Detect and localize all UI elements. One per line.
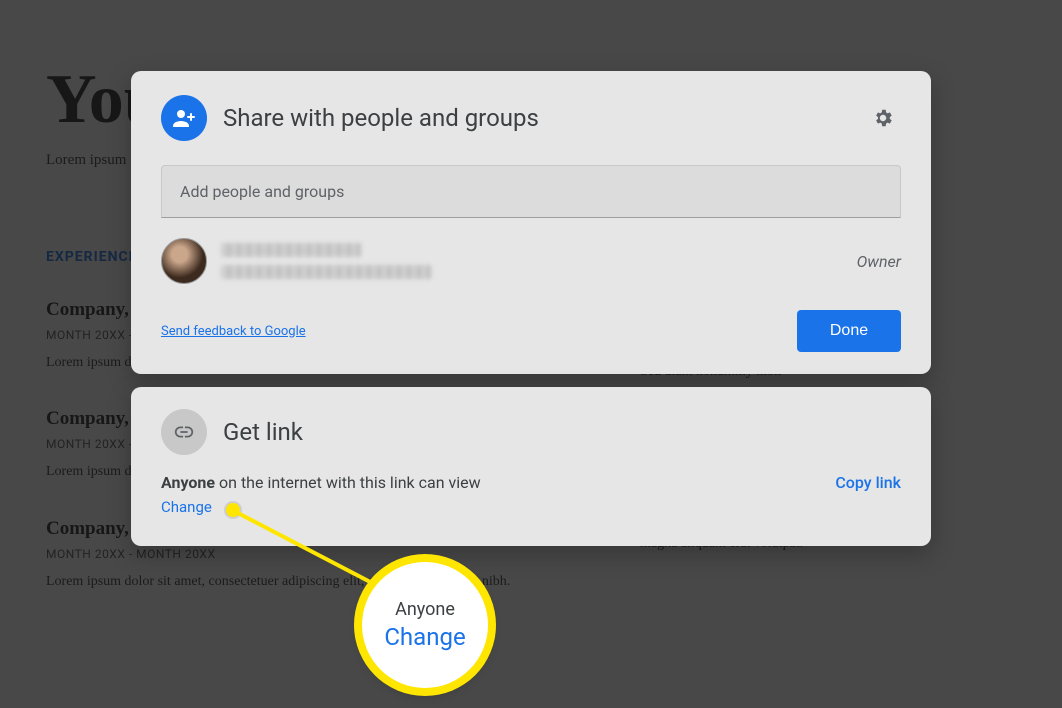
- link-icon: [161, 409, 207, 455]
- share-dialog: Share with people and groups Add people …: [131, 71, 931, 374]
- owner-name-redacted: [221, 243, 843, 279]
- add-people-input[interactable]: Add people and groups: [161, 165, 901, 218]
- send-feedback-link[interactable]: Send feedback to Google: [161, 324, 306, 339]
- add-people-placeholder: Add people and groups: [180, 182, 344, 201]
- copy-link-button[interactable]: Copy link: [835, 473, 901, 492]
- gear-icon: [872, 107, 894, 129]
- share-dialog-title: Share with people and groups: [223, 104, 849, 132]
- get-link-dialog: Get link Anyone on the internet with thi…: [131, 387, 931, 546]
- magnifier-callout: Anyone Change: [362, 562, 488, 688]
- avatar: [161, 238, 207, 284]
- settings-button[interactable]: [865, 100, 901, 136]
- owner-role: Owner: [857, 252, 901, 271]
- person-add-icon: [161, 95, 207, 141]
- callout-dot: [226, 503, 240, 517]
- done-button[interactable]: Done: [797, 310, 901, 352]
- link-visibility-text: Anyone on the internet with this link ca…: [161, 473, 481, 492]
- magnifier-anyone-text: Anyone: [395, 599, 455, 620]
- get-link-title: Get link: [223, 418, 901, 446]
- change-link-access[interactable]: Change: [161, 498, 212, 516]
- owner-row: Owner: [161, 238, 901, 284]
- magnifier-change-link[interactable]: Change: [384, 623, 465, 651]
